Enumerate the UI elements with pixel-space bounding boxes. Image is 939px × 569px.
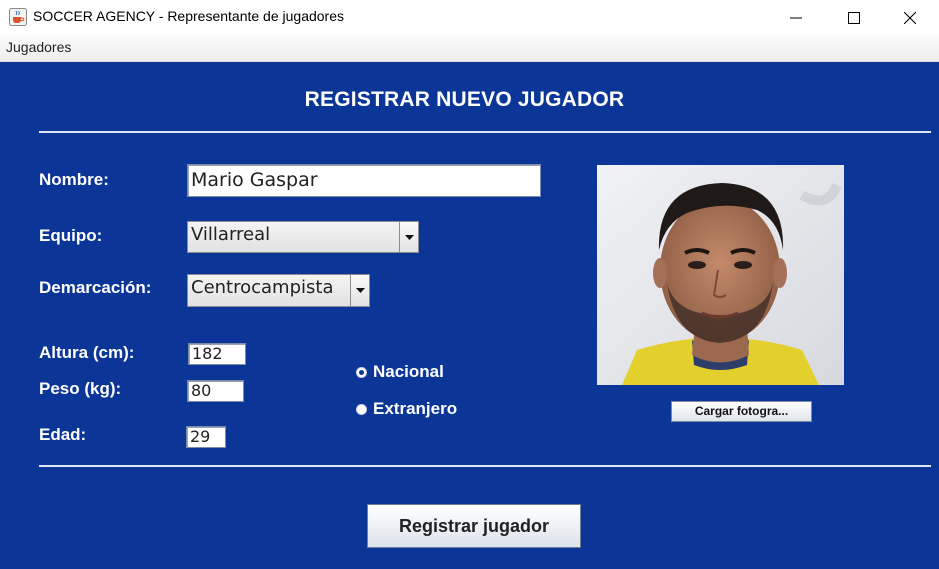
demarcacion-dropdown-button[interactable] bbox=[350, 275, 369, 306]
nombre-input[interactable]: Mario Gaspar bbox=[187, 164, 541, 197]
altura-label: Altura (cm): bbox=[39, 343, 135, 362]
bottom-separator bbox=[39, 465, 931, 467]
edad-label: Edad: bbox=[39, 425, 87, 444]
radio-extranjero[interactable]: Extranjero bbox=[356, 399, 457, 419]
player-photo bbox=[597, 165, 844, 385]
java-cup-icon bbox=[9, 8, 27, 26]
top-separator bbox=[39, 131, 931, 133]
register-player-panel: REGISTRAR NUEVO JUGADOR Nombre: Mario Ga… bbox=[0, 62, 939, 569]
peso-input[interactable]: 80 bbox=[187, 380, 244, 402]
edad-input[interactable]: 29 bbox=[186, 426, 226, 448]
close-button[interactable] bbox=[881, 0, 939, 36]
radio-circle-extranjero[interactable] bbox=[356, 403, 367, 415]
window-title-bar[interactable]: SOCCER AGENCY - Representante de jugador… bbox=[0, 0, 939, 36]
menu-bar: Jugadores bbox=[0, 36, 939, 62]
maximize-button[interactable] bbox=[825, 0, 883, 36]
nombre-label: Nombre: bbox=[39, 170, 109, 189]
demarcacion-label: Demarcación: bbox=[39, 278, 152, 297]
altura-input[interactable]: 182 bbox=[188, 343, 246, 365]
minimize-button[interactable] bbox=[767, 0, 825, 36]
chevron-down-icon bbox=[355, 288, 365, 293]
radio-nacional-label: Nacional bbox=[373, 362, 444, 381]
radio-extranjero-label: Extranjero bbox=[373, 399, 458, 418]
radio-selected-dot bbox=[359, 369, 364, 375]
equipo-label: Equipo: bbox=[39, 226, 103, 245]
window-title: SOCCER AGENCY - Representante de jugador… bbox=[33, 8, 345, 24]
demarcacion-selected-value: Centrocampista bbox=[191, 277, 334, 298]
minimize-icon bbox=[790, 17, 802, 19]
equipo-select[interactable]: Villarreal bbox=[187, 221, 419, 253]
peso-label: Peso (kg): bbox=[39, 379, 122, 398]
radio-nacional[interactable]: Nacional bbox=[356, 362, 444, 382]
equipo-dropdown-button[interactable] bbox=[399, 222, 418, 252]
equipo-selected-value: Villarreal bbox=[191, 224, 271, 245]
chevron-down-icon bbox=[404, 234, 414, 240]
maximize-icon bbox=[848, 12, 860, 24]
registrar-jugador-button[interactable]: Registrar jugador bbox=[367, 504, 581, 548]
demarcacion-select[interactable]: Centrocampista bbox=[187, 274, 370, 307]
cargar-fotografia-button[interactable]: Cargar fotogra... bbox=[671, 401, 812, 422]
close-icon bbox=[904, 12, 916, 24]
menu-jugadores[interactable]: Jugadores bbox=[6, 39, 71, 55]
player-portrait-image bbox=[597, 165, 844, 385]
radio-circle-nacional[interactable] bbox=[356, 366, 367, 378]
form-title: REGISTRAR NUEVO JUGADOR bbox=[304, 88, 625, 111]
